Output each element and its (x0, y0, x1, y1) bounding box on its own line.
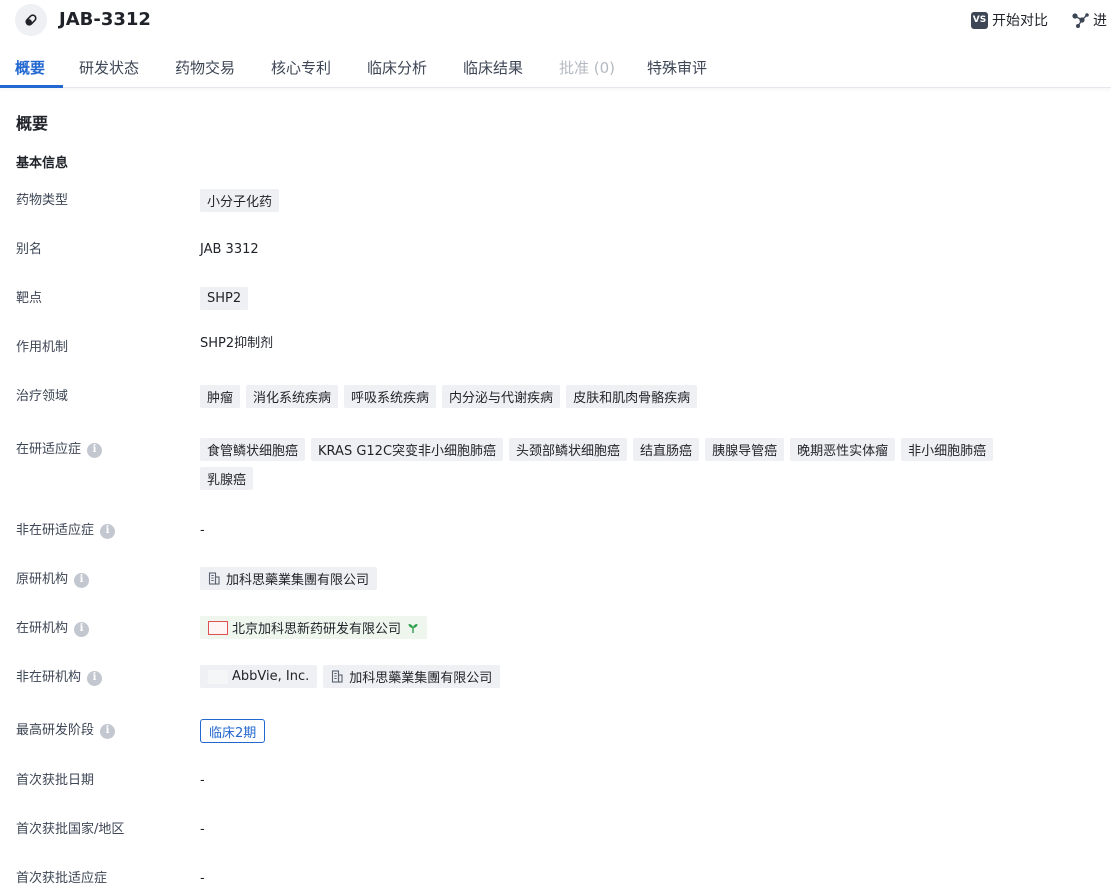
therapeutic-area-tags: 肿瘤 消化系统疾病 呼吸系统疾病 内分泌与代谢疾病 皮肤和肌肉骨骼疾病 (200, 385, 1060, 408)
info-icon[interactable]: i (87, 670, 103, 686)
tab-rd-status[interactable]: 研发状态 (79, 58, 139, 78)
org-name: AbbVie, Inc. (232, 669, 310, 684)
tab-core-patents[interactable]: 核心专利 (271, 58, 331, 78)
therapeutic-area-tag[interactable]: 消化系统疾病 (246, 385, 339, 408)
first-approval-date-value: - (200, 773, 205, 788)
first-approval-date-label-text: 首次获批日期 (16, 773, 95, 788)
therapeutic-area-tag[interactable]: 内分泌与代谢疾病 (442, 385, 561, 408)
info-icon[interactable]: i (74, 572, 90, 588)
originator-label: 原研机构 i (16, 571, 90, 589)
inactive-indications-label: 非在研适应症 i (16, 522, 116, 540)
highest-phase-tags: 临床2期 (200, 719, 1060, 743)
compare-label: 开始对比 (992, 13, 1048, 29)
inactive-indications-label-text: 非在研适应症 (16, 523, 95, 538)
first-approval-country-value: - (200, 822, 205, 837)
more-label: 进 (1093, 13, 1107, 29)
active-indications-label-text: 在研适应症 (16, 442, 82, 457)
first-approval-country-label-text: 首次获批国家/地区 (16, 822, 125, 837)
first-approval-indication-label-text: 首次获批适应症 (16, 871, 108, 885)
active-orgs-label: 在研机构 i (16, 620, 90, 638)
therapeutic-area-label: 治疗领域 (16, 388, 68, 406)
active-indications-tags: 食管鳞状细胞癌 KRAS G12C突变非小细胞肺癌 头颈部鳞状细胞癌 结直肠癌 … (200, 438, 1050, 490)
basic-info-title: 基本信息 (16, 156, 69, 171)
indication-tag[interactable]: KRAS G12C突变非小细胞肺癌 (311, 438, 504, 461)
indication-tag[interactable]: 胰腺导管癌 (705, 438, 785, 461)
active-orgs-label-text: 在研机构 (16, 621, 69, 636)
org-tag[interactable]: 加科思藥業集團有限公司 (323, 665, 501, 688)
org-tag[interactable]: 北京加科思新药研发有限公司 (200, 616, 428, 639)
originator-tags: 加科思藥業集團有限公司 (200, 567, 1060, 590)
company-logo (208, 620, 228, 635)
therapeutic-area-tag[interactable]: 呼吸系统疾病 (344, 385, 437, 408)
section-title: 概要 (16, 114, 49, 133)
pill-icon (15, 4, 47, 36)
inactive-indications-value: - (200, 523, 205, 538)
first-approval-indication-value: - (200, 871, 205, 885)
tab-clinical-results[interactable]: 临床结果 (463, 58, 523, 78)
drug-type-label: 药物类型 (16, 192, 68, 210)
org-name: 加科思藥業集團有限公司 (349, 671, 493, 686)
mechanism-label: 作用机制 (16, 339, 68, 357)
active-indications-label: 在研适应症 i (16, 441, 103, 459)
more-button[interactable]: 进 (1071, 10, 1107, 30)
inactive-orgs-label: 非在研机构 i (16, 669, 103, 687)
info-icon[interactable]: i (100, 723, 116, 739)
org-name: 北京加科思新药研发有限公司 (232, 622, 402, 637)
sprout-icon (407, 622, 419, 634)
vs-icon: VS (971, 11, 988, 29)
alias-label-text: 别名 (16, 242, 43, 257)
target-label: 靶点 (16, 290, 42, 308)
building-icon (208, 572, 220, 585)
info-icon[interactable]: i (74, 621, 90, 637)
inactive-orgs-label-text: 非在研机构 (16, 670, 82, 685)
drug-type-tags: 小分子化药 (200, 189, 1060, 212)
drug-title: JAB-3312 (59, 9, 151, 30)
active-tab-indicator (0, 85, 63, 88)
indication-tag[interactable]: 食管鳞状细胞癌 (200, 438, 306, 461)
first-approval-country-label: 首次获批国家/地区 (16, 821, 124, 839)
indication-tag[interactable]: 非小细胞肺癌 (901, 438, 994, 461)
indication-tag[interactable]: 头颈部鳞状细胞癌 (509, 438, 628, 461)
originator-label-text: 原研机构 (16, 572, 69, 587)
info-icon[interactable]: i (87, 442, 103, 458)
tab-special-review[interactable]: 特殊审评 (647, 58, 707, 78)
therapeutic-area-label-text: 治疗领域 (16, 389, 69, 404)
indication-tag[interactable]: 晚期恶性实体瘤 (790, 438, 896, 461)
therapeutic-area-tag[interactable]: 肿瘤 (200, 385, 241, 408)
drug-type-label-text: 药物类型 (16, 193, 69, 208)
alias-label: 别名 (16, 241, 42, 259)
indication-tag[interactable]: 结直肠癌 (633, 438, 700, 461)
company-logo (208, 669, 228, 684)
active-orgs-tags: 北京加科思新药研发有限公司 (200, 616, 1060, 639)
indication-tag[interactable]: 乳腺癌 (200, 467, 254, 490)
tab-drug-deals[interactable]: 药物交易 (175, 58, 235, 78)
info-icon[interactable]: i (100, 523, 116, 539)
first-approval-date-label: 首次获批日期 (16, 772, 94, 790)
phase-badge: 临床2期 (200, 719, 266, 743)
mechanism-label-text: 作用机制 (16, 340, 69, 355)
page-header: JAB-3312 VS 开始对比 进 (0, 0, 1111, 40)
highest-phase-label-text: 最高研发阶段 (16, 723, 95, 738)
first-approval-indication-label: 首次获批适应症 (16, 870, 107, 885)
highest-phase-label: 最高研发阶段 i (16, 722, 116, 740)
target-tag[interactable]: SHP2 (200, 287, 249, 310)
drug-type-tag[interactable]: 小分子化药 (200, 189, 280, 212)
org-tag[interactable]: 加科思藥業集團有限公司 (200, 567, 378, 590)
alias-value: JAB 3312 (200, 242, 259, 257)
therapeutic-area-tag[interactable]: 皮肤和肌肉骨骼疾病 (566, 385, 698, 408)
tab-clinical-analysis[interactable]: 临床分析 (367, 58, 427, 78)
target-label-text: 靶点 (16, 291, 43, 306)
tab-bar: 概要 研发状态 药物交易 核心专利 临床分析 临床结果 批准 (0) 特殊审评 (0, 46, 1111, 88)
org-tag[interactable]: AbbVie, Inc. (200, 665, 318, 688)
network-icon (1071, 12, 1089, 28)
mechanism-value[interactable]: SHP2抑制剂 (200, 335, 273, 353)
tab-approvals: 批准 (0) (559, 59, 616, 77)
org-name: 加科思藥業集團有限公司 (226, 573, 370, 588)
building-icon (331, 670, 343, 683)
tab-overview[interactable]: 概要 (15, 58, 45, 78)
compare-button[interactable]: VS 开始对比 (971, 10, 1048, 30)
target-tags: SHP2 (200, 287, 1060, 310)
inactive-orgs-tags: AbbVie, Inc. 加科思藥業集團有限公司 (200, 665, 1060, 688)
